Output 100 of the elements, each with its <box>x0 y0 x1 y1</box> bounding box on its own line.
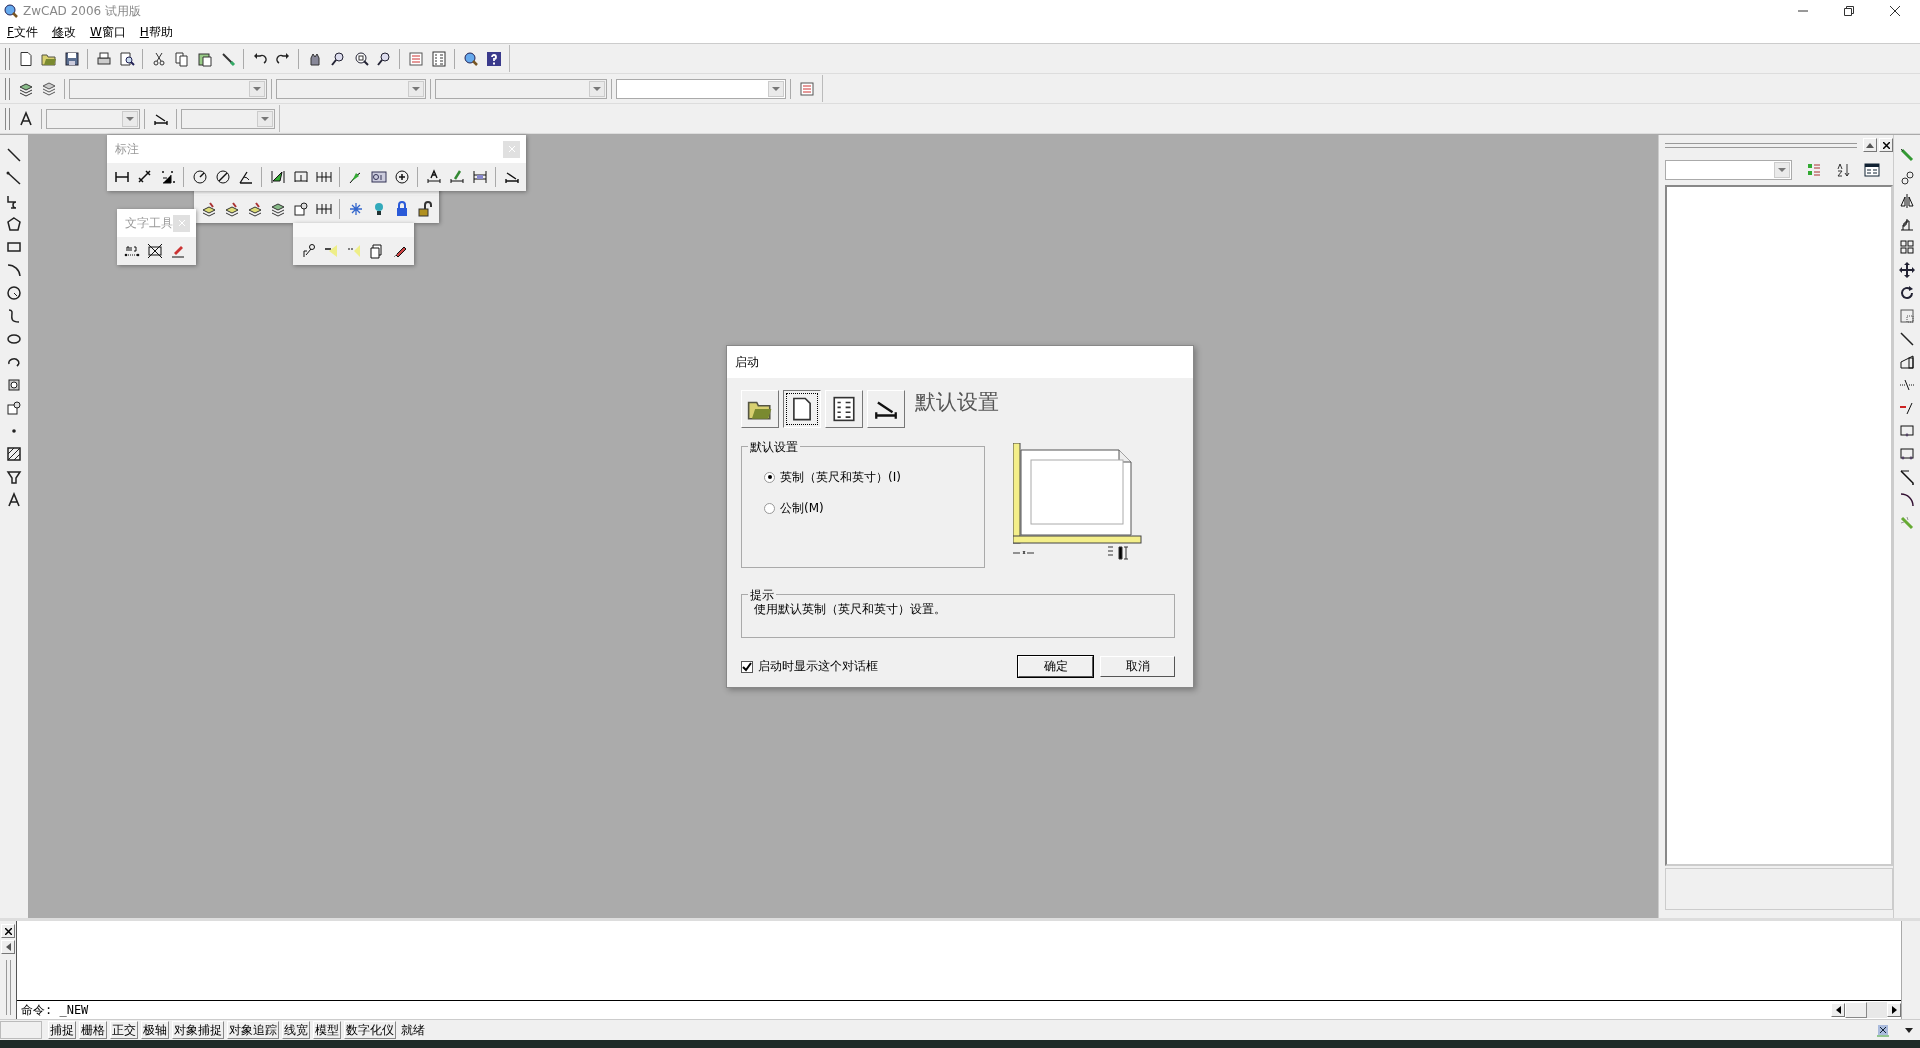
radius-dimension-icon[interactable] <box>191 169 208 185</box>
radio-option[interactable]: 英制（英尺和英寸）(I) <box>764 467 984 487</box>
radio-button[interactable] <box>764 471 775 483</box>
circle-icon[interactable] <box>6 284 22 301</box>
save-icon[interactable] <box>63 50 80 67</box>
documents-icon[interactable] <box>368 243 385 259</box>
quick-select-icon[interactable] <box>1864 162 1880 178</box>
radio-button[interactable] <box>764 502 775 514</box>
scroll-thumb[interactable] <box>1845 1002 1867 1018</box>
chamfer-icon[interactable] <box>1899 468 1915 485</box>
text-style-icon[interactable] <box>17 110 34 127</box>
status-toggle[interactable]: 正交 <box>110 1021 138 1039</box>
text-edit-icon[interactable] <box>169 243 186 259</box>
zoom-icon[interactable] <box>329 50 346 67</box>
continue-dimension-icon[interactable] <box>315 169 332 185</box>
polygon-icon[interactable] <box>6 215 22 232</box>
status-toggle[interactable]: 数字化仪 <box>344 1021 396 1039</box>
redo-icon[interactable] <box>274 50 291 67</box>
center-mark-icon[interactable] <box>393 169 410 185</box>
status-toggle[interactable]: 模型 <box>313 1021 341 1039</box>
layer-previous-icon[interactable] <box>246 201 263 217</box>
paste-icon[interactable] <box>196 50 213 67</box>
mirror-icon[interactable] <box>1899 192 1915 209</box>
layer-match-icon[interactable] <box>223 201 240 217</box>
scroll-right-button[interactable] <box>1887 1003 1901 1017</box>
status-toggle[interactable]: 线宽 <box>282 1021 310 1039</box>
fillet-icon[interactable] <box>1899 491 1915 508</box>
dimension-space-icon[interactable] <box>471 169 488 185</box>
restore-icon[interactable] <box>1844 6 1854 16</box>
properties-icon[interactable] <box>798 80 815 97</box>
text-box-icon[interactable] <box>146 243 163 259</box>
tolerance-icon[interactable] <box>370 169 387 185</box>
region-icon[interactable] <box>6 468 22 485</box>
dimension-text-icon[interactable] <box>425 169 442 185</box>
rotate-icon[interactable] <box>1899 284 1915 301</box>
scroll-left-button[interactable] <box>1831 1003 1845 1017</box>
scissors-icon[interactable] <box>150 50 167 67</box>
copy-object-icon[interactable] <box>1899 169 1915 186</box>
extend-icon[interactable] <box>345 243 362 259</box>
print-preview-icon[interactable] <box>118 50 135 67</box>
copy-icon[interactable] <box>173 50 190 67</box>
layer-states-icon[interactable] <box>40 80 57 97</box>
ordinate-dimension-icon[interactable] <box>159 169 176 185</box>
status-toggle[interactable]: 捕捉 <box>48 1021 76 1039</box>
close-icon[interactable] <box>1890 6 1900 16</box>
help-icon[interactable] <box>485 50 502 67</box>
tab-button[interactable] <box>783 390 821 428</box>
trim-icon[interactable] <box>322 243 339 259</box>
snowflake-icon[interactable] <box>347 201 364 217</box>
properties-icon[interactable] <box>407 50 424 67</box>
menu-item[interactable]: W窗口 <box>88 24 127 41</box>
move-icon[interactable] <box>1899 261 1915 278</box>
radio-option[interactable]: 公制(M) <box>764 498 984 518</box>
dimension-edit-icon[interactable] <box>448 169 465 185</box>
close-button[interactable] <box>1879 138 1893 152</box>
status-toggle[interactable]: 对象捕捉 <box>172 1021 224 1039</box>
insert-block-icon[interactable] <box>6 376 22 393</box>
dimension-style-icon[interactable] <box>503 169 520 185</box>
make-block-icon[interactable] <box>6 399 22 416</box>
scale-icon[interactable] <box>1899 307 1915 324</box>
spline-icon[interactable] <box>6 307 22 324</box>
close-button[interactable] <box>1 924 15 938</box>
magnifier-icon[interactable] <box>462 50 479 67</box>
menu-item[interactable]: F文件 <box>6 24 39 41</box>
arc-icon[interactable] <box>6 261 22 278</box>
new-file-icon[interactable] <box>17 50 34 67</box>
zoom-window-icon[interactable] <box>352 50 369 67</box>
stretch-icon[interactable] <box>1899 353 1915 370</box>
table-icon[interactable] <box>430 50 447 67</box>
continue-dimension-icon[interactable] <box>292 169 309 185</box>
linear-dimension-icon[interactable] <box>113 169 130 185</box>
array-icon[interactable] <box>1899 238 1915 255</box>
text-icon[interactable] <box>6 491 22 508</box>
menu-item[interactable]: 修改 <box>50 24 77 41</box>
baseline-dimension-icon[interactable] <box>269 169 286 185</box>
text-align-icon[interactable] <box>123 243 140 259</box>
hatch-icon[interactable] <box>6 445 22 462</box>
status-toggle[interactable]: 极轴 <box>141 1021 169 1039</box>
sort-az-icon[interactable] <box>1835 162 1851 178</box>
unlock-icon[interactable] <box>416 201 433 217</box>
scroll-left-button[interactable] <box>1 940 15 954</box>
ok-button[interactable]: 确定 <box>1018 656 1093 677</box>
ray-icon[interactable] <box>6 169 22 186</box>
checkbox[interactable] <box>741 660 753 673</box>
drawing-canvas[interactable]: 标注 文字工具 启动 默认设置 默认设置 英制（英尺和英寸）(I) 公制(M) 提示 使用默认英制（英尺和英寸）设置。 启动时显示这个对话框 确定 取消 <box>29 135 1658 918</box>
aligned-dimension-icon[interactable] <box>136 169 153 185</box>
diameter-dimension-icon[interactable] <box>214 169 231 185</box>
angular-dimension-icon[interactable] <box>237 169 254 185</box>
printer-icon[interactable] <box>95 50 112 67</box>
caret-icon[interactable] <box>1904 1027 1913 1033</box>
line-icon[interactable] <box>6 146 22 163</box>
cancel-button[interactable]: 取消 <box>1100 656 1175 677</box>
categorized-icon[interactable] <box>1806 162 1822 178</box>
status-toggle[interactable]: 栅格 <box>79 1021 107 1039</box>
zoom-previous-icon[interactable] <box>375 50 392 67</box>
brush-icon[interactable] <box>219 50 236 67</box>
layer-tool-icon[interactable] <box>200 201 217 217</box>
collapse-button[interactable] <box>1863 138 1877 152</box>
menu-item[interactable]: H帮助 <box>138 24 174 41</box>
status-toggle[interactable]: 对象追踪 <box>227 1021 279 1039</box>
